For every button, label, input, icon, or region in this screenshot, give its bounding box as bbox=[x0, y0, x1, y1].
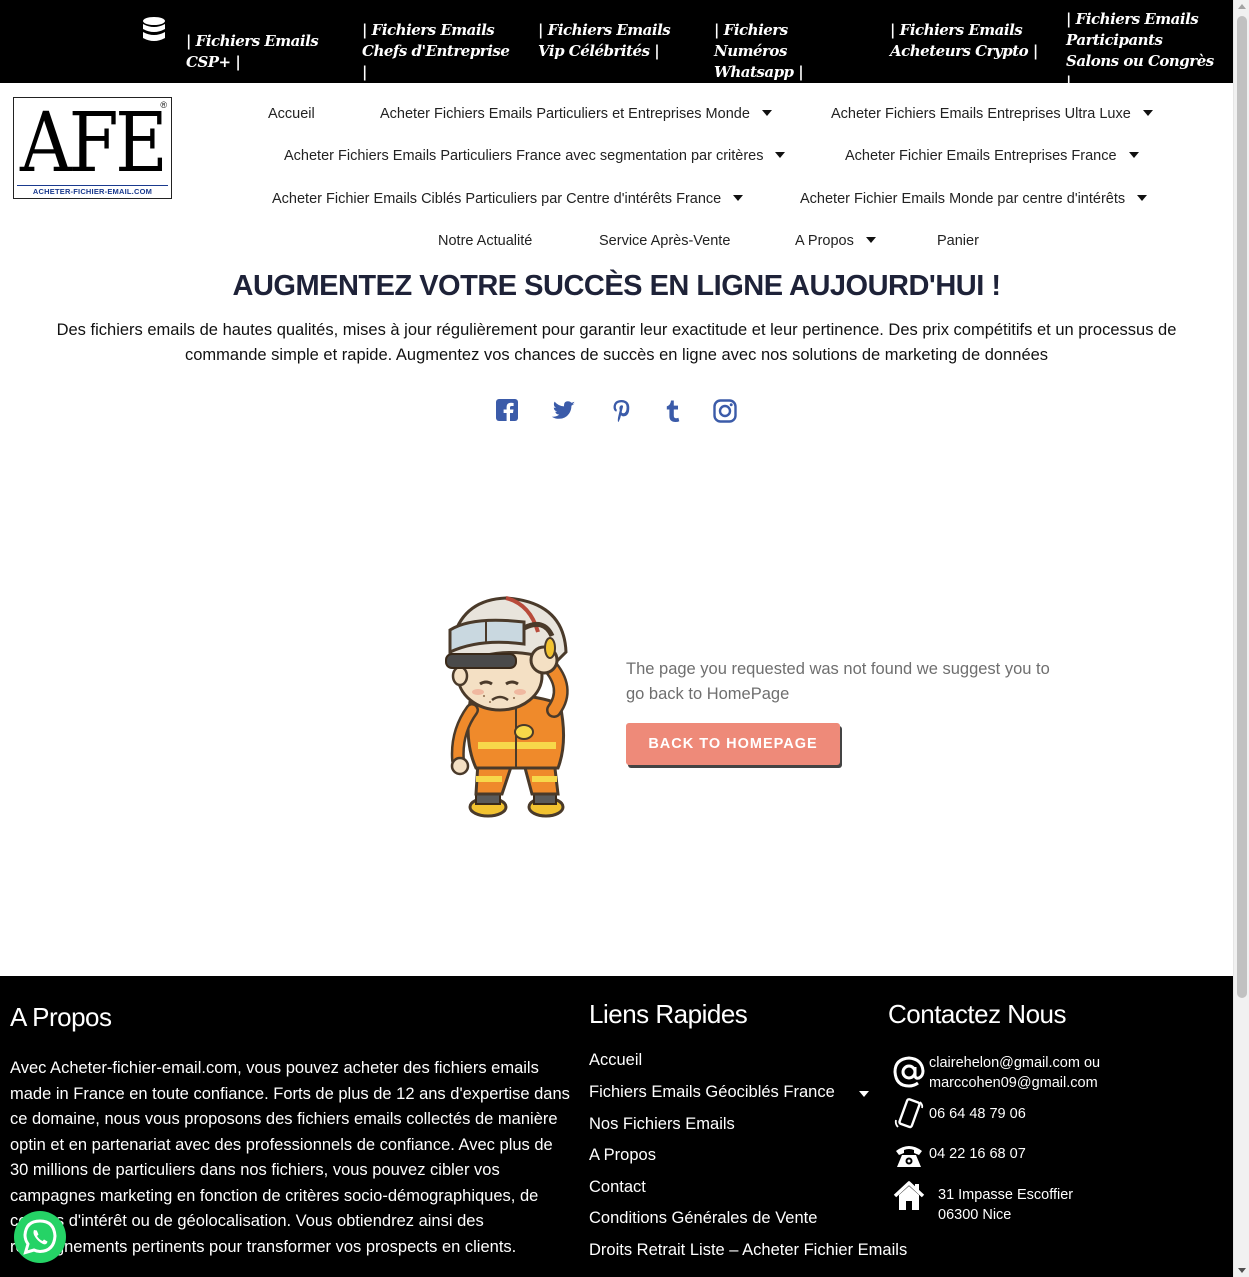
not-found-message: The page you requested was not found we … bbox=[626, 660, 1050, 703]
footer-link-geocibles[interactable]: Fichiers Emails Géociblés France bbox=[589, 1083, 869, 1102]
footer-link-accueil[interactable]: Accueil bbox=[589, 1051, 642, 1070]
footer-link-label: Fichiers Emails Géociblés France bbox=[589, 1083, 835, 1101]
nav-particuliers-france[interactable]: Acheter Fichiers Emails Particuliers Fra… bbox=[284, 147, 786, 165]
nav-label: Acheter Fichier Emails Monde par centre … bbox=[800, 191, 1126, 207]
scrollbar-thumb[interactable] bbox=[1237, 16, 1247, 998]
instagram-icon[interactable] bbox=[712, 398, 738, 424]
dropdown-caret-icon[interactable] bbox=[865, 237, 876, 244]
nav-label: Notre Actualité bbox=[438, 233, 533, 249]
footer-link-nos-fichiers[interactable]: Nos Fichiers Emails bbox=[589, 1115, 735, 1134]
logo-letters: AFE bbox=[20, 96, 168, 191]
mobile-phone-icon bbox=[894, 1098, 924, 1129]
home-icon bbox=[893, 1181, 925, 1210]
nav-label: Panier bbox=[937, 233, 979, 249]
scroll-up-icon[interactable] bbox=[1238, 4, 1246, 9]
nav-accueil[interactable]: Accueil bbox=[268, 105, 315, 123]
nav-centre-interets-france[interactable]: Acheter Fichier Emails Ciblés Particulie… bbox=[272, 190, 744, 208]
footer-contact-heading: Contactez Nous bbox=[888, 999, 1066, 1029]
scrollbar[interactable] bbox=[1233, 0, 1249, 1277]
tumblr-icon[interactable] bbox=[660, 398, 686, 424]
database-icon bbox=[143, 17, 165, 41]
contact-email-2[interactable]: marccohen09@gmail.com bbox=[929, 1073, 1098, 1093]
telephone-icon bbox=[896, 1146, 922, 1167]
nav-ultra-luxe[interactable]: Acheter Fichiers Emails Entreprises Ultr… bbox=[831, 105, 1153, 123]
logo-subtitle: ACHETER-FICHIER-EMAIL.COM bbox=[32, 187, 153, 196]
footer-link-label: Droits Retrait Liste – Acheter Fichier E… bbox=[589, 1241, 908, 1259]
nav-label: Acheter Fichier Emails Ciblés Particulie… bbox=[272, 191, 722, 207]
whatsapp-icon bbox=[23, 1219, 57, 1255]
scroll-down-icon[interactable] bbox=[1238, 1268, 1246, 1273]
contact-mobile[interactable]: 06 64 48 79 06 bbox=[929, 1104, 1026, 1124]
nav-service-apres-vente[interactable]: Service Après-Vente bbox=[599, 232, 730, 250]
nav-label: Acheter Fichiers Emails Particuliers Fra… bbox=[284, 148, 764, 164]
footer-link-contact[interactable]: Contact bbox=[589, 1178, 646, 1197]
twitter-icon[interactable] bbox=[551, 398, 577, 424]
top-link-salons[interactable]: | Fichiers Emails Participants Salons ou… bbox=[1066, 9, 1216, 93]
dropdown-caret-icon[interactable] bbox=[1142, 110, 1153, 117]
footer-link-cgv[interactable]: Conditions Générales de Vente bbox=[589, 1209, 817, 1228]
dropdown-caret-icon[interactable] bbox=[733, 195, 744, 202]
top-link-chefs-entreprise[interactable]: | Fichiers Emails Chefs d'Entreprise | bbox=[362, 20, 512, 83]
hero-description: Des fichiers emails de hautes qualités, … bbox=[56, 321, 1177, 364]
facebook-icon[interactable] bbox=[495, 398, 521, 424]
contact-address-1: 31 Impasse Escoffier bbox=[938, 1187, 1074, 1203]
footer-link-droits-retrait[interactable]: Droits Retrait Liste – Acheter Fichier E… bbox=[589, 1241, 907, 1260]
logo-divider bbox=[17, 185, 168, 186]
nav-actualite[interactable]: Notre Actualité bbox=[438, 232, 532, 250]
nav-centre-interets-monde[interactable]: Acheter Fichier Emails Monde par centre … bbox=[800, 190, 1148, 208]
top-banner: | Fichiers Emails CSP+ | | Fichiers Emai… bbox=[0, 0, 1233, 91]
back-to-homepage-button[interactable]: BACK TO HOMEPAGE bbox=[626, 723, 840, 765]
nav-particuliers-entreprises-monde[interactable]: Acheter Fichiers Emails Particuliers et … bbox=[380, 105, 772, 123]
whatsapp-chat-button[interactable] bbox=[14, 1211, 66, 1263]
at-sign-icon bbox=[893, 1056, 925, 1088]
site-logo[interactable]: AFE ® ACHETER-FICHIER-EMAIL.COM bbox=[13, 97, 172, 199]
footer-link-a-propos[interactable]: A Propos bbox=[589, 1146, 656, 1165]
top-link-csp[interactable]: | Fichiers Emails CSP+ | bbox=[186, 31, 346, 73]
footer-about-heading: A Propos bbox=[10, 1002, 112, 1032]
nav-label: Acheter Fichiers Emails Entreprises Ultr… bbox=[831, 106, 1131, 122]
logo-registered-mark: ® bbox=[160, 100, 167, 110]
footer-link-label: Conditions Générales de Vente bbox=[589, 1209, 818, 1227]
contact-address-2: 06300 Nice bbox=[938, 1207, 1012, 1223]
dropdown-caret-icon[interactable] bbox=[859, 1091, 869, 1097]
contact-email-1[interactable]: clairehelon@gmail.com ou bbox=[929, 1053, 1100, 1073]
nav-entreprises-france[interactable]: Acheter Fichier Emails Entreprises Franc… bbox=[845, 147, 1139, 165]
top-link-vip[interactable]: | Fichiers Emails Vip Célébrités | bbox=[538, 20, 688, 62]
site-footer: A Propos Avec Acheter-fichier-email.com,… bbox=[0, 976, 1233, 1277]
firefighter-mascot-illustration bbox=[445, 596, 569, 818]
footer-about-text: Avec Acheter-fichier-email.com, vous pou… bbox=[10, 1059, 570, 1256]
nav-label: A Propos bbox=[795, 233, 854, 249]
footer-links-heading: Liens Rapides bbox=[589, 999, 748, 1029]
nav-panier[interactable]: Panier bbox=[937, 232, 979, 250]
contact-phone[interactable]: 04 22 16 68 07 bbox=[929, 1144, 1026, 1164]
nav-label: Accueil bbox=[268, 106, 315, 122]
dropdown-caret-icon[interactable] bbox=[1128, 152, 1139, 159]
footer-link-label: Accueil bbox=[589, 1051, 643, 1069]
nav-label: Acheter Fichier Emails Entreprises Franc… bbox=[845, 148, 1117, 164]
nav-a-propos[interactable]: A Propos bbox=[795, 232, 876, 250]
footer-link-label: A Propos bbox=[589, 1146, 656, 1164]
dropdown-caret-icon[interactable] bbox=[1137, 195, 1148, 202]
top-link-whatsapp[interactable]: | Fichiers Numéros Whatsapp | bbox=[714, 20, 864, 83]
dropdown-caret-icon[interactable] bbox=[775, 152, 786, 159]
nav-label: Acheter Fichiers Emails Particuliers et … bbox=[380, 106, 750, 122]
dropdown-caret-icon[interactable] bbox=[761, 110, 772, 117]
footer-link-label: Nos Fichiers Emails bbox=[589, 1115, 735, 1133]
nav-label: Service Après-Vente bbox=[599, 233, 731, 249]
pinterest-icon[interactable] bbox=[609, 398, 635, 424]
top-link-crypto[interactable]: | Fichiers Emails Acheteurs Crypto | bbox=[890, 20, 1040, 62]
footer-link-label: Contact bbox=[589, 1178, 646, 1196]
hero-title: AUGMENTEZ VOTRE SUCCÈS EN LIGNE AUJOURD'… bbox=[232, 270, 1001, 302]
